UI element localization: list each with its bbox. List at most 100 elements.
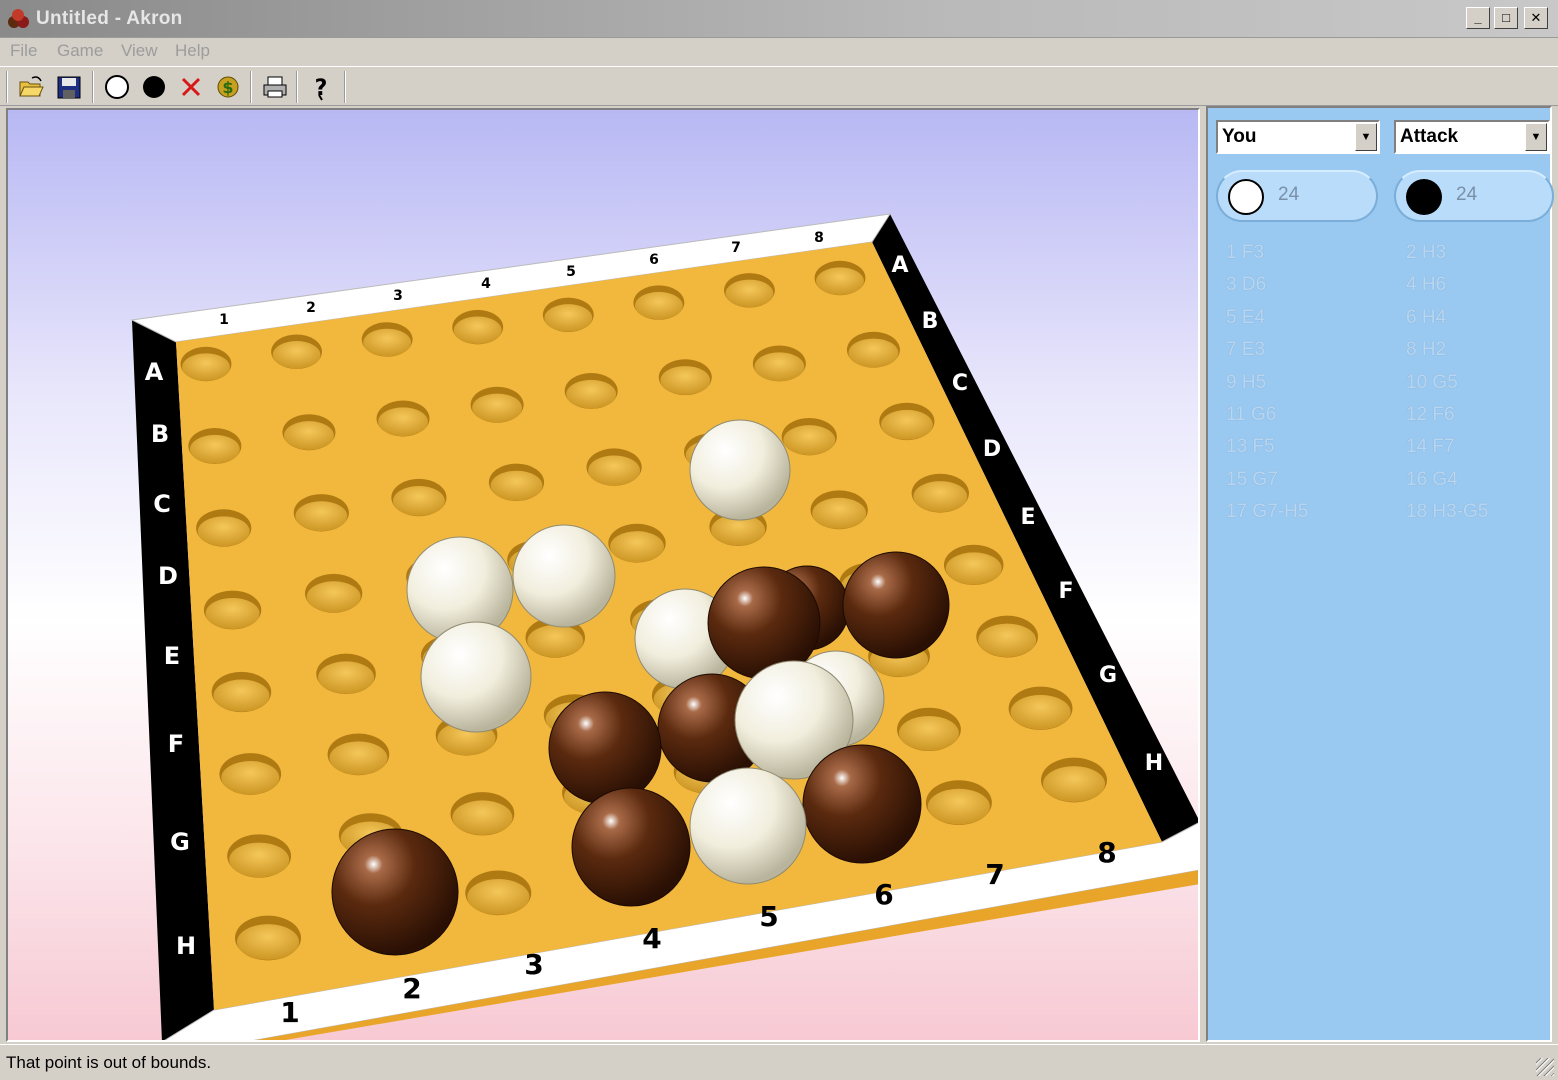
maximize-button[interactable]: □: [1494, 7, 1518, 29]
chevron-down-icon[interactable]: ▼: [1525, 123, 1547, 151]
board-hole-inner: [880, 409, 933, 440]
move-entry: 4 H6: [1406, 274, 1447, 296]
white-stone-icon[interactable]: [102, 73, 132, 101]
toolbar: $ ?: [0, 66, 1558, 106]
black-ball[interactable]: [842, 551, 950, 659]
right-coordinate-label: D: [983, 437, 1001, 462]
board-hole-inner: [378, 407, 428, 437]
left-coordinate-label: B: [151, 420, 169, 448]
board-hole-inner: [295, 501, 348, 532]
menu-file[interactable]: File: [10, 41, 37, 61]
board-hole-inner: [272, 341, 321, 369]
top-coordinate-label: 5: [566, 264, 576, 280]
board-hole-inner: [588, 455, 641, 486]
money-icon[interactable]: $: [213, 73, 243, 101]
mode-select[interactable]: Attack ▼: [1394, 120, 1550, 154]
top-coordinate-label: 8: [814, 230, 824, 246]
move-entry: 1 F3: [1226, 242, 1265, 263]
title-bar: Untitled - Akron _ □ ✕: [0, 0, 1558, 38]
status-text: That point is out of bounds.: [6, 1053, 212, 1072]
black-ball[interactable]: [571, 787, 691, 907]
black-ball[interactable]: [548, 691, 662, 805]
move-entry: 6 H4: [1406, 306, 1447, 328]
player-select-value: You: [1222, 126, 1257, 147]
bottom-coordinate-label: 4: [642, 922, 661, 955]
board-hole-inner: [898, 715, 959, 751]
left-coordinate-label: H: [176, 932, 196, 960]
board-hole-inner: [913, 481, 968, 513]
move-entry: 9 H5: [1226, 371, 1267, 393]
board-hole-inner: [848, 338, 899, 368]
white-ball[interactable]: [689, 767, 807, 885]
menu-help[interactable]: Help: [175, 41, 210, 61]
board-hole-inner: [783, 425, 836, 455]
top-coordinate-label: 6: [649, 252, 659, 268]
white-ball[interactable]: [512, 524, 616, 628]
left-coordinate-label: C: [153, 490, 171, 518]
left-coordinate-label: F: [168, 730, 184, 758]
move-entry: 15 G7: [1226, 468, 1278, 490]
board-hole-inner: [544, 304, 593, 332]
resize-grip[interactable]: [1536, 1058, 1554, 1076]
board-hole-inner: [197, 516, 250, 547]
window-title: Untitled - Akron: [36, 8, 183, 29]
board-hole-inner: [610, 531, 664, 563]
board-hole-inner: [306, 581, 361, 613]
white-ball[interactable]: [689, 419, 791, 521]
move-entry: 16 G4: [1406, 468, 1458, 490]
minimize-button[interactable]: _: [1466, 7, 1490, 29]
toolbar-separator: [6, 71, 8, 103]
board-canvas[interactable]: 1 2 3 4 5 6 7 8 1 2 3 4 5 6 7 8 A B C D E F G H A B C D E F G H: [8, 110, 1200, 1042]
board-hole-inner: [490, 470, 543, 501]
toolbar-separator: [344, 71, 346, 103]
move-entry: 3 D6: [1226, 274, 1267, 296]
chevron-down-icon[interactable]: ▼: [1355, 123, 1377, 151]
board-hole-inner: [812, 497, 867, 529]
move-entry: 5 E4: [1226, 306, 1266, 328]
help-icon[interactable]: ?: [306, 73, 336, 101]
board-hole-inner: [1010, 694, 1071, 730]
board-hole-inner: [221, 761, 280, 795]
mode-select-value: Attack: [1400, 126, 1459, 147]
board-hole-inner: [927, 788, 990, 825]
black-score-pill: 24: [1394, 170, 1554, 222]
black-stone-icon[interactable]: [139, 73, 169, 101]
white-ball[interactable]: [420, 621, 532, 733]
top-coordinate-label: 3: [393, 288, 403, 304]
black-ball[interactable]: [331, 828, 459, 956]
bottom-coordinate-label: 8: [1097, 836, 1116, 869]
top-coordinate-label: 4: [481, 276, 491, 292]
top-coordinate-label: 7: [731, 240, 741, 256]
board-hole-inner: [392, 485, 445, 516]
right-coordinate-label: B: [922, 309, 939, 334]
black-ball[interactable]: [802, 744, 922, 864]
left-coordinate-label: E: [164, 642, 180, 670]
left-coordinate-label: D: [158, 562, 178, 590]
bottom-coordinate-label: 7: [985, 858, 1004, 891]
player-select[interactable]: You ▼: [1216, 120, 1380, 154]
close-button[interactable]: ✕: [1524, 7, 1548, 29]
board-hole-inner: [660, 366, 711, 395]
board-hole-inner: [363, 328, 412, 357]
board-hole-inner: [527, 625, 584, 658]
white-score: 24: [1278, 184, 1300, 205]
print-icon[interactable]: [260, 73, 290, 101]
menu-game[interactable]: Game: [57, 41, 103, 61]
toolbar-separator: [296, 71, 298, 103]
side-panel: You ▼ Attack ▼ 24 24 1 F3 2 H3 3 D6 4 H6 5 E…: [1206, 106, 1554, 1042]
bottom-coordinate-label: 5: [759, 900, 778, 933]
toolbar-separator: [250, 71, 252, 103]
board-view[interactable]: 1 2 3 4 5 6 7 8 1 2 3 4 5 6 7 8 A B C D E F G H A B C D E F G H: [6, 108, 1200, 1042]
board-hole-inner: [816, 267, 864, 295]
menu-view[interactable]: View: [121, 41, 158, 61]
board-hole-inner: [1042, 766, 1106, 802]
save-icon[interactable]: [54, 73, 84, 101]
open-icon[interactable]: [16, 73, 46, 101]
right-coordinate-label: E: [1020, 505, 1035, 530]
remove-x-icon[interactable]: [176, 73, 206, 101]
board-hole-inner: [754, 352, 805, 382]
move-entry: 13 F5: [1226, 436, 1275, 458]
left-coordinate-label: A: [145, 358, 164, 386]
move-entry: 18 H3-G5: [1406, 501, 1489, 523]
toolbar-separator: [92, 71, 94, 103]
